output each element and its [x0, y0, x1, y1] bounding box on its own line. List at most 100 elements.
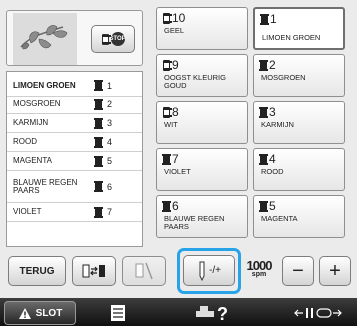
needle-adjust-label: -/+ [209, 265, 221, 276]
thread-button-9[interactable]: 9 OOGST KLEURIG GOUD [156, 54, 248, 97]
spool-icon [163, 106, 172, 118]
spool-icon [93, 181, 103, 192]
list-item-name: BLAUWE REGEN PAARS [13, 177, 78, 195]
svg-text:?: ? [217, 304, 228, 323]
list-item-number: 1 [107, 80, 113, 91]
lock-button[interactable]: SLOT [4, 301, 76, 325]
list-item-name: MOSGROEN [13, 99, 61, 108]
thread-number: 7 [172, 152, 179, 166]
thread-button-header: 8 [163, 105, 179, 119]
thread-button-10[interactable]: 10 GEEL [156, 7, 248, 50]
list-item-number: 6 [107, 181, 113, 192]
thread-color-name: VIOLET [164, 167, 191, 176]
thread-number: 2 [269, 58, 276, 72]
lock-label: SLOT [35, 307, 63, 319]
thread-order-list: LIMOEN GROEN 1 MOSGROEN 2 KARMIJN 3 ROOD 4 MAGEN… [6, 71, 143, 247]
thread-button-header: 6 [162, 199, 179, 213]
thread-color-name: GEEL [164, 26, 185, 35]
thread-button-header: 10 [163, 11, 185, 25]
spool-icon [93, 117, 103, 129]
thread-button-7[interactable]: 7 VIOLET [156, 148, 248, 191]
thread-button-3[interactable]: 3 KARMIJN [253, 101, 345, 144]
swap-spools-icon [82, 264, 105, 278]
thread-button-5[interactable]: 5 MAGENTA [253, 195, 345, 238]
speed-display: 1000 spm [245, 258, 273, 286]
thread-button-6[interactable]: 6 BLAUWE REGEN PAARS [156, 195, 248, 238]
needle-icon [199, 261, 205, 281]
thread-button-4[interactable]: 4 ROOD [253, 148, 345, 191]
thread-button-header: 4 [259, 152, 276, 166]
thread-number: 10 [172, 11, 186, 25]
list-item: KARMIJN 3 [7, 114, 142, 133]
list-item: BLAUWE REGEN PAARS 6 [7, 171, 142, 203]
thread-color-name: MAGENTA [261, 214, 298, 223]
thread-number: 3 [269, 105, 276, 119]
spool-icon [259, 153, 268, 165]
thread-button-1[interactable]: 1 LIMOEN GROEN [253, 7, 345, 50]
back-button[interactable]: TERUG [8, 256, 66, 286]
list-item-number: 7 [107, 207, 113, 217]
thread-button-header: 7 [162, 152, 179, 166]
thread-number: 8 [172, 105, 179, 119]
spool-icon [162, 200, 171, 212]
spool-icon [93, 98, 103, 110]
list-item-name: KARMIJN [13, 118, 49, 127]
thread-number: 6 [172, 199, 179, 213]
spool-icon [101, 33, 111, 45]
embroidery-design-preview [13, 13, 77, 65]
document-list-icon [111, 305, 125, 321]
thread-number: 5 [269, 199, 276, 213]
thread-color-name: KARMIJN [261, 120, 294, 129]
thread-button-8[interactable]: 8 WIT [156, 101, 248, 144]
embroidery-preview-panel: STOP [6, 10, 143, 66]
spool-icon [163, 59, 172, 71]
list-item-name: LIMOEN GROEN [13, 80, 76, 90]
list-item: MAGENTA 5 [7, 152, 142, 171]
list-item-number: 3 [107, 118, 113, 128]
thread-color-name: OOGST KLEURIG GOUD [164, 73, 226, 90]
spool-icon [93, 155, 103, 167]
spool-icon [93, 206, 103, 218]
thread-number: 4 [269, 152, 276, 166]
thread-button-header: 5 [259, 199, 276, 213]
thread-number: 1 [270, 12, 277, 26]
swap-threads-button[interactable] [72, 256, 116, 286]
speed-minus-button[interactable]: − [282, 256, 314, 286]
stop-icon: STOP [109, 32, 126, 46]
spool-icon [162, 153, 171, 165]
list-item-name: MAGENTA [13, 156, 52, 165]
thread-color-name: BLAUWE REGEN PAARS [164, 214, 225, 231]
thread-color-name: ROOD [261, 167, 284, 176]
list-item: MOSGROEN 2 [7, 95, 142, 114]
list-item-name: VIOLET [13, 207, 42, 216]
stop-button[interactable]: STOP [91, 25, 135, 53]
needle-adjust-button[interactable]: -/+ [183, 255, 235, 286]
sewing-machine-help-icon: ? [196, 304, 228, 323]
spool-icon [93, 80, 103, 91]
spool-icon [260, 13, 269, 25]
thread-button-header: 1 [260, 12, 277, 26]
thread-button-header: 3 [259, 105, 276, 119]
thread-path-icon [294, 308, 342, 318]
thread-color-name: MOSGROEN [261, 73, 306, 82]
document-button[interactable] [96, 301, 140, 325]
list-item-name: ROOD [13, 137, 37, 146]
list-item: ROOD 4 [7, 133, 142, 152]
list-item: VIOLET 7 [7, 203, 142, 222]
help-button[interactable]: ? [186, 301, 236, 325]
list-item-number: 4 [107, 137, 113, 147]
spool-sort-button[interactable] [122, 256, 166, 286]
spool-icon [93, 136, 103, 148]
thread-color-screen: STOP LIMOEN GROEN 1 MOSGROEN 2 KARMIJN 3 ROOD 4… [0, 0, 357, 326]
thread-button-2[interactable]: 2 MOSGROEN [253, 54, 345, 97]
thread-number: 9 [172, 58, 179, 72]
thread-path-button[interactable] [288, 301, 348, 325]
thread-color-name: LIMOEN GROEN [262, 33, 321, 42]
warning-icon [18, 307, 31, 319]
speed-plus-button[interactable]: + [319, 256, 351, 286]
thread-color-name: WIT [164, 120, 178, 129]
spool-icon [259, 200, 268, 212]
list-item-number: 2 [107, 99, 113, 109]
list-item: LIMOEN GROEN 1 [7, 75, 142, 97]
spool-icon [163, 12, 172, 24]
